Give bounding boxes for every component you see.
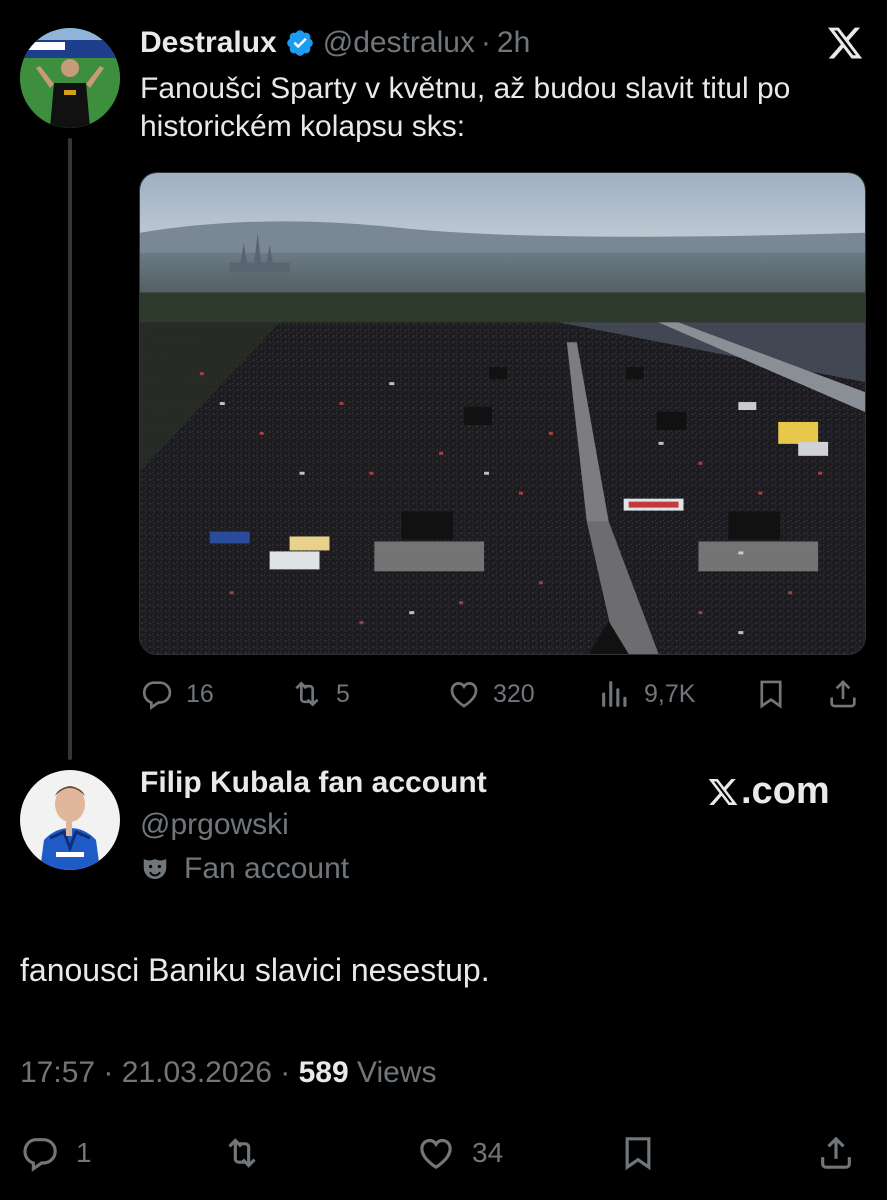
repost-count: 5 [336, 679, 350, 708]
repost-icon [228, 1138, 256, 1168]
reply-count: 1 [76, 1137, 92, 1168]
theater-mask-icon [143, 859, 167, 879]
like-button[interactable]: 320 [447, 672, 535, 716]
like-count: 320 [493, 679, 535, 708]
repost-button[interactable]: 5 [290, 672, 350, 716]
reply-author-name[interactable]: Filip Kubala fan account [140, 766, 487, 800]
verified-badge-icon [286, 30, 313, 56]
tweet-time[interactable]: 17:57 [20, 1056, 95, 1089]
bookmark-button[interactable] [754, 672, 788, 716]
quoted-tweet-photo[interactable] [139, 172, 866, 655]
reply-author-handle[interactable]: @prgowski [140, 808, 289, 842]
separator-dot: · [480, 26, 491, 59]
views-number: 589 [298, 1056, 349, 1089]
x-logo-icon [708, 778, 738, 805]
repost-button[interactable] [222, 1130, 262, 1176]
like-icon [450, 682, 478, 708]
quoted-tweet-header: Destralux @destralux · 2h [140, 26, 530, 60]
quoted-tweet-actions: 16 5 320 9,7K [140, 672, 866, 716]
xcom-watermark: .com [707, 770, 830, 813]
views-icon [602, 681, 627, 707]
reply-button[interactable]: 16 [140, 672, 214, 716]
x-logo-icon [827, 27, 863, 59]
meta-separator: · [103, 1056, 122, 1089]
reply-icon [23, 1138, 57, 1172]
reply-count: 16 [186, 679, 214, 708]
bookmark-icon [625, 1137, 651, 1171]
destralux-avatar[interactable] [20, 28, 120, 128]
bookmark-icon [760, 680, 782, 709]
quoted-author-handle[interactable]: @destralux [323, 26, 475, 60]
thread-connector-line [68, 138, 72, 760]
tweet-meta: 17:57 · 21.03.2026 · 589 Views [20, 1056, 436, 1090]
like-count: 34 [472, 1137, 504, 1168]
like-button[interactable]: 34 [416, 1130, 503, 1176]
reply-icon [142, 681, 172, 711]
quoted-tweet-text: Fanoušci Sparty v květnu, až budou slavi… [140, 72, 791, 143]
meta-separator: · [280, 1056, 299, 1089]
reply-button[interactable]: 1 [20, 1130, 92, 1176]
views-count: 9,7K [644, 679, 696, 708]
share-icon [821, 1136, 851, 1169]
tweet-date[interactable]: 21.03.2026 [122, 1056, 272, 1089]
share-button[interactable] [826, 672, 860, 716]
quoted-author-name[interactable]: Destralux [140, 26, 277, 60]
watermark-text: .com [741, 770, 830, 812]
fan-account-text: Fan account [184, 852, 350, 885]
share-button[interactable] [816, 1130, 856, 1176]
views-label: Views [356, 1056, 437, 1089]
quoted-tweet-time[interactable]: 2h [497, 26, 530, 60]
like-icon [420, 1138, 452, 1170]
share-icon [830, 680, 856, 708]
reply-tweet-actions: 1 34 [20, 1130, 860, 1176]
reply-tweet-text: fanousci Baniku slavici nesestup. [20, 952, 490, 988]
bookmark-button[interactable] [618, 1130, 658, 1176]
prgowski-avatar[interactable] [20, 770, 120, 870]
fan-account-label: Fan account [140, 852, 349, 886]
views-button[interactable]: 9,7K [598, 672, 695, 716]
repost-icon [295, 681, 319, 707]
